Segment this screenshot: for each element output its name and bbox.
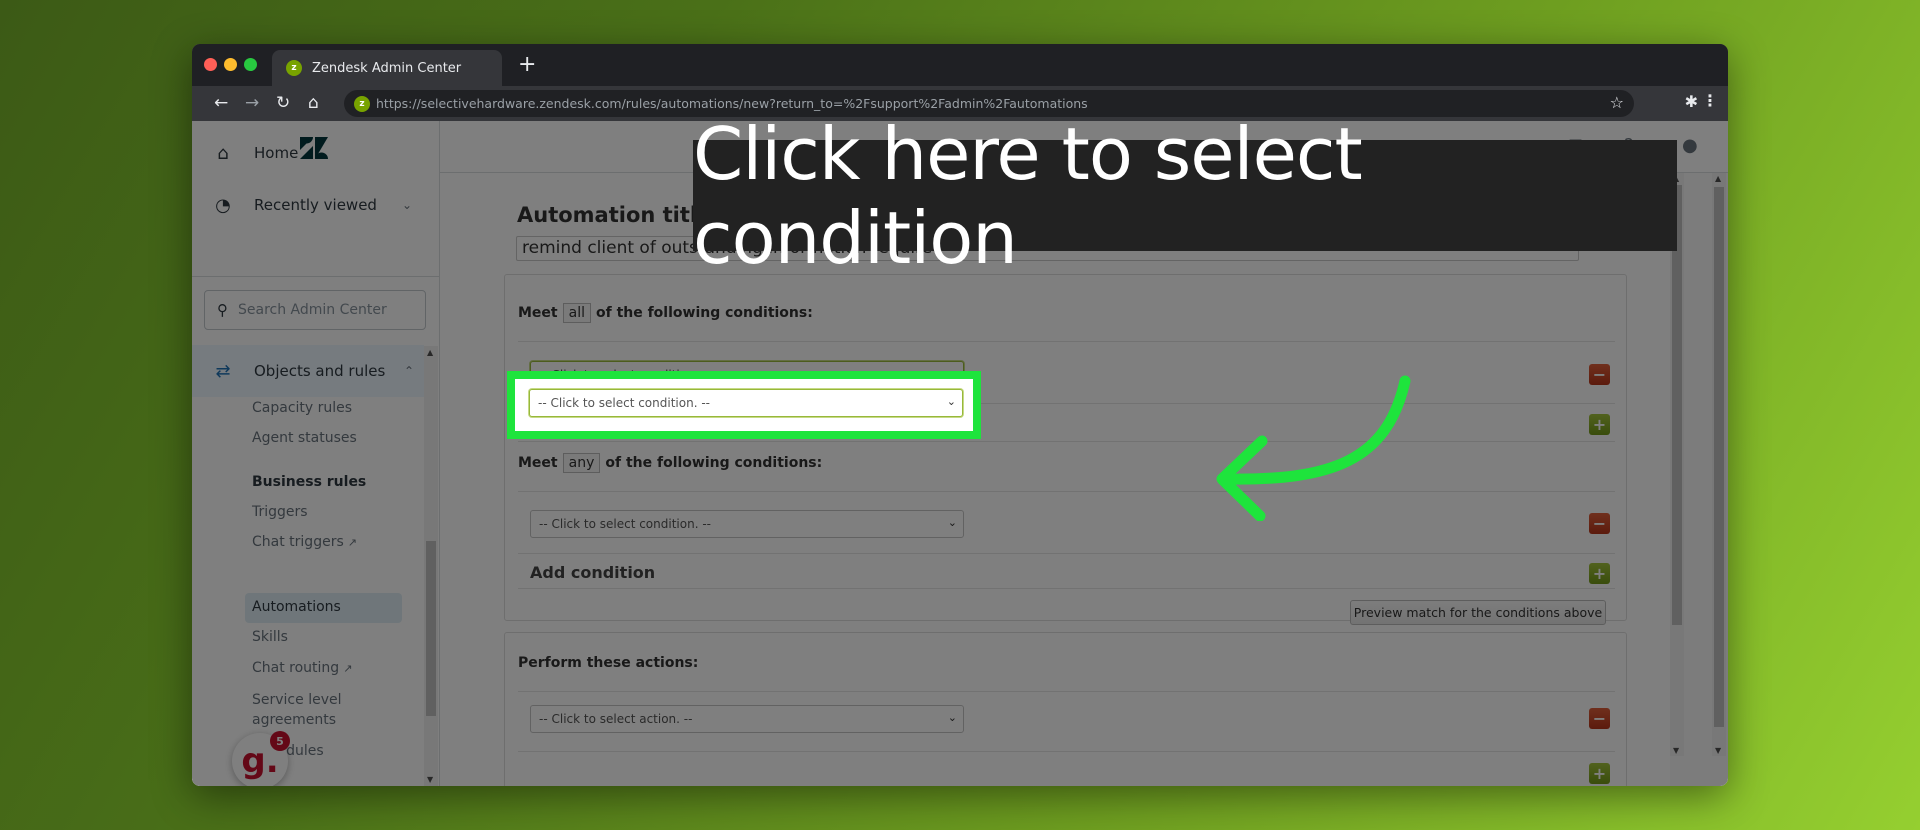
minimize-window-button[interactable] [224, 58, 237, 71]
all-conditions-label: Meet all of the following conditions: [518, 303, 813, 323]
select-value: -- Click to select condition. -- [538, 396, 710, 410]
select-value: -- Click to select action. -- [539, 712, 693, 726]
search-placeholder: Search Admin Center [238, 302, 387, 318]
chevron-down-icon: ⌄ [946, 395, 956, 408]
remove-action-button[interactable]: − [1589, 708, 1610, 729]
sidebar-section-business-rules: Business rules [252, 474, 367, 490]
browser-window: z Zendesk Admin Center + ← → ↻ ⌂ z https… [192, 44, 1728, 786]
any-conditions-label: Meet any of the following conditions: [518, 453, 822, 473]
tab-title: Zendesk Admin Center [312, 60, 462, 76]
user-avatar-icon[interactable]: ● [1682, 135, 1698, 156]
sidebar-subitem-skills[interactable]: Skills [252, 629, 288, 645]
meet-prefix: Meet [518, 305, 558, 321]
sidebar-subitem-sla-line2[interactable]: agreements [252, 712, 336, 728]
add-condition-button[interactable]: + [1589, 563, 1610, 584]
sidebar: ⌂ Home ◔ Recently viewed ⌄ ⚲ Search Admi… [192, 121, 440, 786]
divider [518, 588, 1615, 589]
scroll-up-icon[interactable]: ▲ [427, 348, 433, 357]
bookmark-star-icon[interactable]: ☆ [1610, 93, 1624, 112]
search-input[interactable]: ⚲ Search Admin Center [204, 290, 426, 330]
chevron-down-icon: ⌄ [947, 711, 957, 724]
instruction-callout: Click here to select condition [693, 112, 1677, 280]
scroll-up-icon[interactable]: ▲ [1715, 174, 1721, 183]
highlighted-condition-box: -- Click to select condition. -- ⌄ [507, 371, 981, 439]
external-link-icon: ↗ [347, 536, 357, 549]
actions-panel: Perform these actions: -- Click to selec… [504, 632, 1627, 786]
sidebar-scrollbar[interactable]: ▲ ▼ [424, 346, 438, 786]
url-text: https://selectivehardware.zendesk.com/ru… [376, 96, 1088, 111]
sidebar-item-label: Home [254, 144, 299, 162]
sidebar-subitem-sla-line1[interactable]: Service level [252, 692, 341, 708]
divider [518, 491, 1615, 492]
divider [518, 751, 1615, 752]
meet-prefix: Meet [518, 455, 558, 471]
external-link-icon: ↗ [343, 662, 353, 675]
sidebar-item-recently-viewed[interactable]: ◔ Recently viewed ⌄ [192, 181, 422, 229]
all-quantifier: all [562, 303, 591, 323]
chevron-down-icon: ⌄ [947, 516, 957, 529]
sidebar-subitem-capacity-rules[interactable]: Capacity rules [252, 400, 352, 416]
back-icon[interactable]: ← [214, 92, 228, 114]
conditions-panel: Meet all of the following conditions: --… [504, 274, 1627, 625]
scrollbar-thumb[interactable] [1714, 187, 1724, 727]
extensions-icon[interactable]: ✱ [1685, 92, 1698, 111]
any-condition-select[interactable]: -- Click to select condition. -- ⌄ [530, 510, 964, 538]
divider [518, 341, 1615, 342]
sidebar-subitem-automations[interactable]: Automations [252, 599, 341, 615]
home-icon: ⌂ [217, 142, 229, 164]
preview-match-button[interactable]: Preview match for the conditions above [1350, 600, 1606, 625]
scrollbar-thumb[interactable] [426, 541, 436, 716]
meet-suffix: of the following conditions: [595, 305, 813, 321]
select-value: -- Click to select condition. -- [539, 517, 711, 531]
scroll-down-icon[interactable]: ▼ [1673, 746, 1679, 755]
divider [518, 553, 1615, 554]
any-quantifier: any [562, 453, 601, 473]
sidebar-subitem-chat-triggers[interactable]: Chat triggers ↗ [252, 534, 357, 550]
home-icon[interactable]: ⌂ [308, 92, 319, 114]
forward-icon[interactable]: → [245, 92, 259, 114]
sidebar-item-objects-and-rules[interactable]: ⇄ Objects and rules ⌃ [192, 345, 424, 397]
sidebar-item-label: Chat routing [252, 660, 340, 676]
site-favicon-icon: z [354, 95, 370, 112]
close-window-button[interactable] [204, 58, 217, 71]
perform-actions-label: Perform these actions: [518, 655, 699, 671]
divider [518, 441, 1615, 442]
maximize-window-button[interactable] [244, 58, 257, 71]
zendesk-favicon-icon: z [286, 60, 302, 76]
sidebar-subitem-triggers[interactable]: Triggers [252, 504, 308, 520]
divider [192, 276, 440, 277]
chevron-up-icon: ⌃ [403, 364, 414, 378]
automation-title-label: Automation title [517, 203, 712, 227]
highlighted-condition-select[interactable]: -- Click to select condition. -- ⌄ [529, 389, 963, 417]
sidebar-subitem-agent-statuses[interactable]: Agent statuses [252, 430, 357, 446]
notification-badge: 5 [270, 731, 290, 751]
sidebar-subitem-chat-routing[interactable]: Chat routing ↗ [252, 660, 352, 676]
sidebar-item-home[interactable]: ⌂ Home [192, 129, 422, 177]
remove-condition-button[interactable]: − [1589, 513, 1610, 534]
meet-suffix: of the following conditions: [605, 455, 823, 471]
add-condition-button[interactable]: + [1589, 414, 1610, 435]
new-tab-button[interactable]: + [518, 52, 536, 78]
sidebar-item-label: Recently viewed [254, 196, 377, 214]
page-scrollbar[interactable]: ▲ ▼ [1712, 173, 1726, 756]
remove-condition-button[interactable]: − [1589, 364, 1610, 385]
scroll-down-icon[interactable]: ▼ [427, 775, 433, 784]
chevron-down-icon: ⌄ [401, 198, 412, 212]
tab-bar: z Zendesk Admin Center + [192, 44, 1728, 86]
sidebar-item-label: Objects and rules [254, 362, 386, 380]
pointer-arrow-icon [1216, 375, 1411, 521]
reload-icon[interactable]: ↻ [276, 92, 290, 114]
objects-rules-icon: ⇄ [215, 360, 231, 382]
browser-menu-icon[interactable]: ⋮ [1702, 91, 1718, 110]
sidebar-item-label: Chat triggers [252, 534, 344, 550]
clock-icon: ◔ [215, 194, 231, 216]
browser-tab[interactable]: z Zendesk Admin Center [272, 50, 502, 86]
add-condition-label: Add condition [530, 563, 656, 582]
search-icon: ⚲ [217, 301, 228, 319]
divider [518, 691, 1615, 692]
action-select[interactable]: -- Click to select action. -- ⌄ [530, 705, 964, 733]
add-action-button[interactable]: + [1589, 763, 1610, 784]
scroll-down-icon[interactable]: ▼ [1715, 746, 1721, 755]
